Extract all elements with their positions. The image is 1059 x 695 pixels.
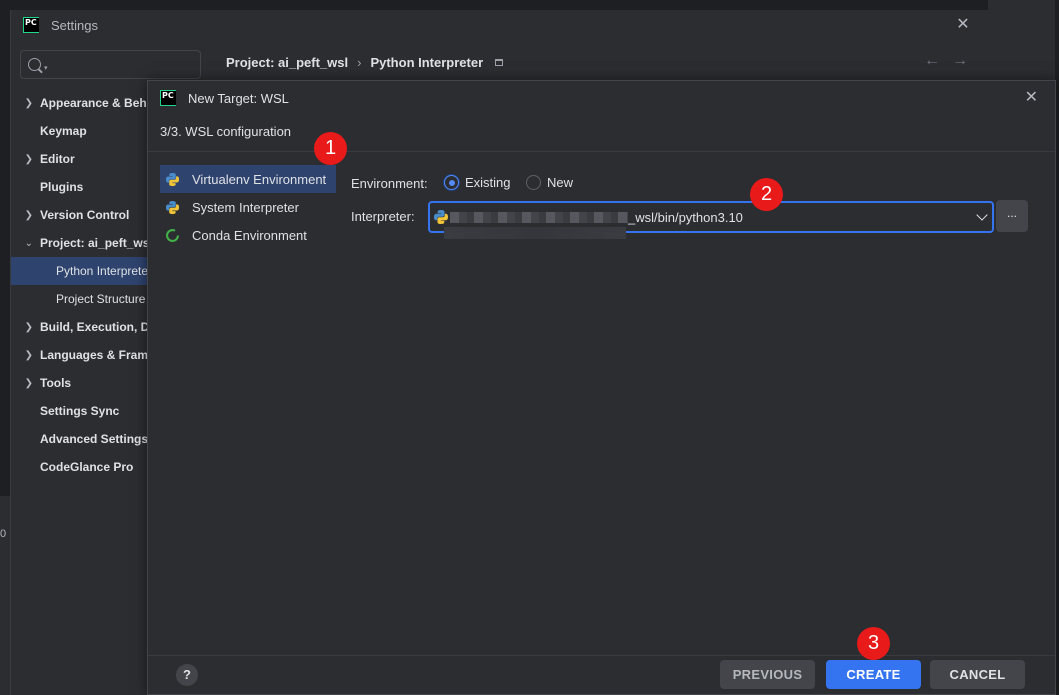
settings-nav: ← → [924,52,968,70]
sidebar-item-label: Plugins [40,180,84,194]
settings-sidebar: ❯ Appearance & Behavior Keymap ❯ Editor … [11,89,149,481]
chevron-down-icon: ⌄ [24,237,33,249]
sidebar-item-project[interactable]: ⌄ Project: ai_peft_wsl [11,229,149,257]
environment-label: Environment: [351,176,428,191]
ide-edge-glyph: 0 [0,528,7,540]
chevron-right-icon: ❯ [24,209,33,221]
python-icon [434,210,448,224]
sidebar-item-editor[interactable]: ❯ Editor [11,145,149,173]
sidebar-item-label: Build, Execution, Deployment [40,320,149,334]
sidebar-item-label: Project: ai_peft_wsl [40,236,149,250]
chevron-down-icon [976,209,988,221]
sidebar-item-label: Version Control [40,208,130,222]
sidebar-item-codeglance[interactable]: CodeGlance Pro [11,453,149,481]
type-system-interpreter[interactable]: System Interpreter [160,193,336,221]
type-label: Virtualenv Environment [192,171,327,187]
wizard-step-title: 3/3. WSL configuration [160,124,292,139]
back-arrow-icon[interactable]: ← [924,52,940,70]
sidebar-item-languages[interactable]: ❯ Languages & Frameworks [11,341,149,369]
radio-new[interactable]: New [526,175,573,190]
new-target-dialog: New Target: WSL ✕ 3/3. WSL configuration… [147,80,1056,695]
pycharm-logo-icon [23,17,39,33]
breadcrumb: Project: ai_peft_wsl › Python Interprete… [226,52,504,72]
dialog-title: New Target: WSL [188,90,289,106]
divider [148,151,1055,152]
radio-dot [526,175,541,190]
settings-close-icon[interactable]: ✕ [954,16,972,34]
sidebar-item-python-interpreter[interactable]: Python Interpreter [11,257,149,285]
sidebar-item-label: Appearance & Behavior [40,96,149,110]
type-label: Conda Environment [192,227,307,243]
project-scope-icon [495,58,504,66]
chevron-right-icon: ❯ [24,349,33,361]
settings-search-input[interactable]: ▾ [20,50,201,79]
redacted-path [450,211,628,223]
sidebar-item-label: Languages & Frameworks [40,348,149,362]
create-button[interactable]: CREATE [826,660,921,689]
sidebar-item-label: Keymap [40,124,87,138]
sidebar-item-appearance[interactable]: ❯ Appearance & Behavior [11,89,149,117]
sidebar-item-keymap[interactable]: Keymap [11,117,149,145]
type-label: System Interpreter [192,199,299,215]
sidebar-item-settings-sync[interactable]: Settings Sync [11,397,149,425]
sidebar-item-version-control[interactable]: ❯ Version Control [11,201,149,229]
sidebar-item-label: Settings Sync [40,404,120,418]
sidebar-item-label: Python Interpreter [56,264,149,278]
browse-button[interactable]: ... [996,200,1028,232]
type-conda[interactable]: Conda Environment [160,221,336,249]
sidebar-item-build[interactable]: ❯ Build, Execution, Deployment [11,313,149,341]
interpreter-type-list: Virtualenv Environment System Interprete… [160,165,336,249]
python-icon [165,172,180,186]
breadcrumb-page: Python Interpreter [370,54,484,70]
sidebar-item-project-structure[interactable]: Project Structure [11,285,149,313]
footer-divider [148,655,1055,656]
ide-right-panel [988,0,1055,80]
dialog-close-icon[interactable]: ✕ [1025,87,1038,107]
ide-left-panel [0,496,10,695]
annotation-marker-2: 2 [750,178,783,211]
python-icon [165,200,180,214]
chevron-right-icon: ❯ [24,153,33,165]
chevron-right-icon: ❯ [24,97,33,109]
radio-existing[interactable]: Existing [444,175,511,190]
sidebar-item-advanced-settings[interactable]: Advanced Settings [11,425,149,453]
type-virtualenv[interactable]: Virtualenv Environment [160,165,336,193]
settings-title: Settings [51,17,98,33]
conda-icon [166,228,179,242]
interpreter-label: Interpreter: [351,209,415,224]
search-options-chevron-icon[interactable]: ▾ [44,64,48,72]
sidebar-item-label: CodeGlance Pro [40,460,134,474]
forward-arrow-icon[interactable]: → [952,52,968,70]
sidebar-item-label: Project Structure [56,292,146,306]
annotation-marker-3: 3 [857,627,890,660]
breadcrumb-separator: › [357,54,362,70]
dialog-titlebar: New Target: WSL [148,81,1055,115]
sidebar-item-tools[interactable]: ❯ Tools [11,369,149,397]
help-button[interactable]: ? [176,664,198,686]
radio-dot [444,175,459,190]
radio-label: Existing [465,175,511,190]
pycharm-logo-icon [160,90,176,106]
redacted-overlay [444,227,626,239]
radio-label: New [547,175,574,190]
annotation-marker-1: 1 [314,132,347,165]
sidebar-item-label: Advanced Settings [40,432,149,446]
sidebar-item-label: Editor [40,152,75,166]
sidebar-item-label: Tools [40,376,72,390]
search-icon [28,58,41,71]
previous-button[interactable]: PREVIOUS [720,660,815,689]
interpreter-path: _wsl/bin/python3.10 [628,209,743,225]
sidebar-item-plugins[interactable]: Plugins [11,173,149,201]
chevron-right-icon: ❯ [24,377,33,389]
settings-titlebar: Settings [11,10,988,40]
chevron-right-icon: ❯ [24,321,33,333]
breadcrumb-project[interactable]: Project: ai_peft_wsl [226,55,348,70]
cancel-button[interactable]: CANCEL [930,660,1025,689]
